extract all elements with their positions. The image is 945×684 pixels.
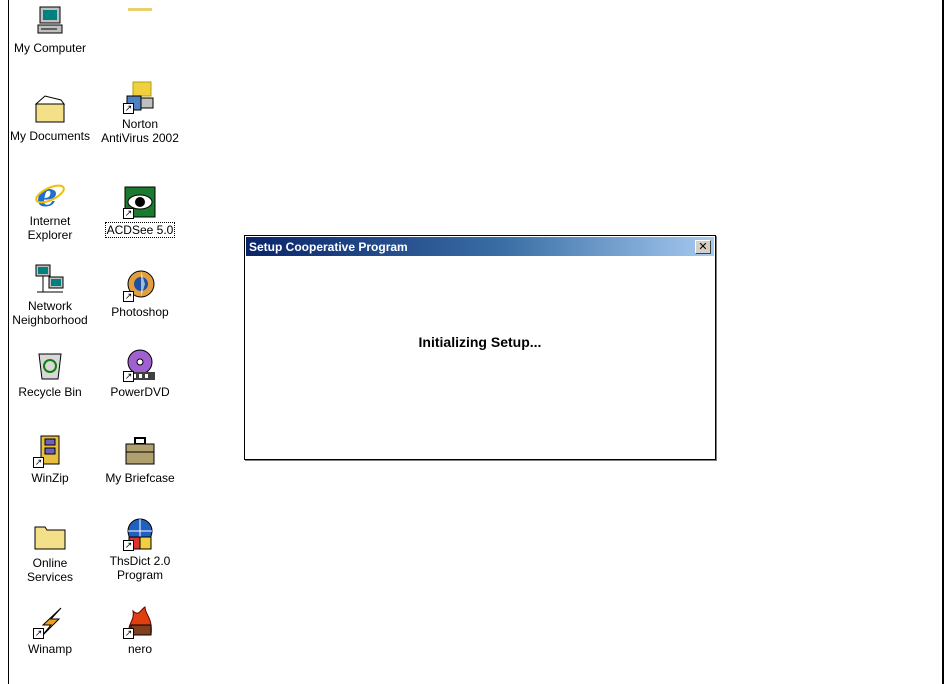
computer-icon [33, 4, 67, 38]
status-message: Initializing Setup... [418, 334, 542, 350]
icon-label: Photoshop [111, 305, 169, 319]
partial-icon [128, 8, 152, 11]
icon-label: PowerDVD [110, 385, 170, 399]
desktop-icon-photoshop[interactable]: ↗ Photoshop [95, 268, 185, 319]
desktop-icon-nero[interactable]: ↗ nero [95, 605, 185, 656]
photoshop-icon: ↗ [123, 268, 157, 302]
icon-label: ThsDict 2.0 Program [109, 554, 171, 582]
close-button[interactable]: ✕ [695, 239, 711, 254]
close-icon: ✕ [698, 240, 708, 253]
desktop-icon-thsdict[interactable]: ↗ ThsDict 2.0 Program [95, 517, 185, 582]
icon-label: ACDSee 5.0 [104, 222, 176, 238]
shortcut-arrow-icon: ↗ [33, 457, 44, 468]
icon-label: WinZip [31, 471, 69, 485]
dialog-title: Setup Cooperative Program [249, 239, 408, 254]
shortcut-arrow-icon: ↗ [123, 540, 134, 551]
shortcut-arrow-icon: ↗ [123, 291, 134, 302]
dialog-titlebar[interactable]: Setup Cooperative Program ✕ [246, 237, 714, 256]
acdsee-eye-icon: ↗ [123, 185, 157, 219]
briefcase-icon [123, 434, 157, 468]
winamp-icon: ↗ [33, 605, 67, 639]
network-icon [33, 262, 67, 296]
screen-border [942, 0, 944, 684]
desktop-icon-norton-antivirus[interactable]: ↗ Norton AntiVirus 2002 [95, 80, 185, 145]
shortcut-arrow-icon: ↗ [33, 628, 44, 639]
icon-label: My Computer [13, 41, 87, 55]
desktop-icon-recycle-bin[interactable]: Recycle Bin [5, 348, 95, 399]
shortcut-arrow-icon: ↗ [123, 628, 134, 639]
internet-explorer-icon: e [33, 176, 67, 214]
desktop-icon-winamp[interactable]: ↗ Winamp [5, 605, 95, 656]
shortcut-arrow-icon: ↗ [123, 103, 134, 114]
powerdvd-icon: ↗ [123, 348, 157, 382]
icon-label: Winamp [27, 642, 72, 656]
icon-label: My Documents [9, 129, 91, 143]
shortcut-arrow-icon: ↗ [123, 208, 134, 219]
desktop-icon-my-computer[interactable]: My Computer [5, 4, 95, 55]
desktop-icon-internet-explorer[interactable]: e Internet Explorer [5, 176, 95, 242]
norton-antivirus-icon: ↗ [123, 80, 157, 114]
desktop-icon-winzip[interactable]: ↗ WinZip [5, 434, 95, 485]
recycle-bin-icon [33, 348, 67, 382]
thsdict-globe-icon: ↗ [123, 517, 157, 551]
desktop-icon-my-documents[interactable]: My Documents [5, 92, 95, 143]
folder-icon [33, 519, 67, 553]
desktop-icon-powerdvd[interactable]: ↗ PowerDVD [95, 348, 185, 399]
winzip-icon: ↗ [33, 434, 67, 468]
desktop-icon-my-briefcase[interactable]: My Briefcase [95, 434, 185, 485]
shortcut-arrow-icon: ↗ [123, 371, 134, 382]
folder-documents-icon [33, 92, 67, 126]
icon-label: nero [127, 642, 153, 656]
icon-label: Norton AntiVirus 2002 [101, 117, 179, 145]
icon-label: Internet Explorer [27, 214, 73, 242]
icon-label: My Briefcase [105, 471, 175, 485]
desktop-icon-partial[interactable] [95, 2, 185, 12]
desktop-icon-online-services[interactable]: Online Services [5, 519, 95, 584]
nero-fire-icon: ↗ [123, 605, 157, 639]
desktop-icon-network-neighborhood[interactable]: Network Neighborhood [5, 262, 95, 327]
icon-label: Recycle Bin [18, 385, 82, 399]
setup-dialog[interactable]: Setup Cooperative Program ✕ Initializing… [244, 235, 716, 460]
desktop-icon-acdsee[interactable]: ↗ ACDSee 5.0 [95, 185, 185, 239]
icon-label: Online Services [26, 556, 73, 584]
icon-label: Network Neighborhood [12, 299, 88, 327]
